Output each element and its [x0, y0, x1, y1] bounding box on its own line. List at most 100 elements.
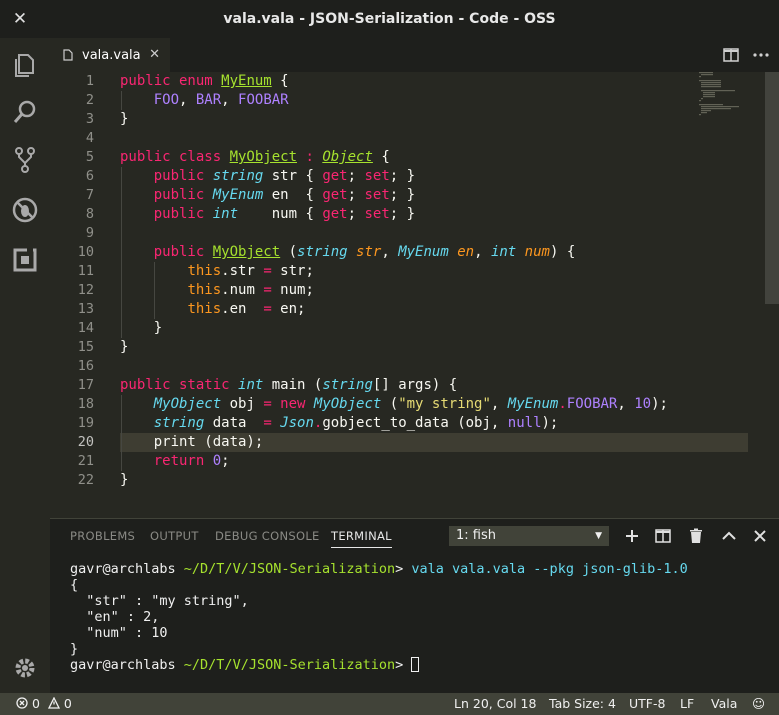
- code-line[interactable]: }: [120, 471, 128, 490]
- code-line[interactable]: }: [120, 338, 128, 357]
- terminal-cursor: [411, 657, 420, 672]
- code-token: FOOBAR: [566, 396, 618, 412]
- code-token: Object: [322, 149, 373, 165]
- line-number: 8: [85, 206, 94, 222]
- code-token: MyEnum: [507, 396, 559, 412]
- code-line[interactable]: FOO, BAR, FOOBAR: [120, 91, 289, 110]
- line-number: 16: [77, 358, 94, 374]
- editor-scrollbar[interactable]: [765, 72, 779, 304]
- tab-size[interactable]: Tab Size: 4: [549, 696, 616, 711]
- files-icon[interactable]: [10, 50, 40, 80]
- language-mode[interactable]: Vala: [711, 696, 737, 711]
- code-line[interactable]: return 0;: [120, 452, 230, 471]
- code-token: print (data);: [120, 434, 264, 450]
- file-icon: [63, 49, 73, 61]
- code-token: ,: [381, 244, 399, 260]
- code-token: .num: [221, 282, 264, 298]
- code-line[interactable]: public int num { get; set; }: [120, 205, 415, 224]
- terminal-output[interactable]: gavr@archlabs ~/D/T/V/JSON-Serialization…: [70, 561, 688, 673]
- line-number: 5: [85, 149, 94, 165]
- tab-output[interactable]: OUTPUT: [150, 529, 199, 543]
- code-token: =: [263, 301, 272, 317]
- code-token: num: [524, 244, 550, 260]
- warning-icon: [47, 696, 60, 709]
- code-token: public static: [120, 377, 239, 393]
- tab-terminal[interactable]: TERMINAL: [331, 529, 392, 548]
- code-token: gobject_to_data (obj,: [322, 415, 508, 431]
- code-token: MyEnum: [212, 187, 264, 203]
- code-line[interactable]: MyObject obj = new MyObject ("my string"…: [120, 395, 668, 414]
- code-editor[interactable]: 1 2 3 4 5 6 7 8 9 10 11 12 13 14 15 16 17 18 19 20 21 22 publ…: [50, 72, 779, 518]
- terminal-select[interactable]: 1: fish ▼: [449, 526, 609, 546]
- window-close-button[interactable]: ✕: [10, 9, 30, 29]
- end-of-line[interactable]: LF: [680, 696, 694, 711]
- code-line[interactable]: string data = Json.gobject_to_data (obj,…: [120, 414, 559, 433]
- code-line[interactable]: this.num = num;: [120, 281, 314, 300]
- code-token: public: [153, 168, 213, 184]
- encoding[interactable]: UTF-8: [629, 696, 665, 711]
- code-line[interactable]: public static int main (string[] args) {: [120, 376, 457, 395]
- settings-gear-icon[interactable]: [10, 653, 40, 683]
- tab-problems[interactable]: PROBLEMS: [70, 529, 135, 543]
- line-number: 12: [77, 282, 94, 298]
- code-token: string: [153, 415, 205, 431]
- code-line[interactable]: }: [120, 110, 128, 129]
- code-token: this: [187, 263, 222, 279]
- line-number: 22: [77, 472, 94, 488]
- debug-icon[interactable]: [10, 195, 40, 225]
- title-bar: ✕ vala.vala - JSON-Serialization - Code …: [0, 0, 779, 38]
- code-line[interactable]: public MyEnum en { get; set; }: [120, 186, 415, 205]
- bottom-panel: PROBLEMS OUTPUT DEBUG CONSOLE TERMINAL 1…: [50, 518, 779, 693]
- new-terminal-icon[interactable]: [623, 527, 641, 545]
- code-line[interactable]: public enum MyEnum {: [120, 72, 289, 91]
- line-number: 4: [85, 130, 94, 146]
- line-number: 7: [85, 187, 94, 203]
- extensions-icon[interactable]: [10, 245, 40, 275]
- line-number: 11: [77, 263, 94, 279]
- trash-icon[interactable]: [687, 527, 705, 545]
- code-line[interactable]: public class MyObject : Object {: [120, 148, 390, 167]
- code-token: obj: [221, 396, 264, 412]
- code-line[interactable]: this.en = en;: [120, 300, 305, 319]
- search-icon[interactable]: [10, 97, 40, 127]
- warning-count: 0: [63, 696, 72, 711]
- code-line[interactable]: this.str = str;: [120, 262, 313, 281]
- code-token: string: [297, 244, 348, 260]
- code-token: public class: [120, 149, 230, 165]
- split-editor-icon[interactable]: [722, 46, 740, 64]
- window-title: vala.vala - JSON-Serialization - Code - …: [223, 11, 556, 27]
- tab-vala-vala[interactable]: vala.vala ✕: [50, 38, 170, 72]
- code-line[interactable]: }: [120, 319, 162, 338]
- tab-debug-console[interactable]: DEBUG CONSOLE: [215, 529, 320, 543]
- code-line[interactable]: print (data);: [120, 433, 264, 452]
- editor-tab-bar: vala.vala ✕: [50, 38, 779, 72]
- source-control-icon[interactable]: [10, 145, 40, 175]
- code-token: {: [271, 73, 289, 89]
- close-panel-icon[interactable]: [751, 527, 769, 545]
- more-actions-icon[interactable]: [752, 46, 770, 64]
- tab-close-icon[interactable]: ✕: [149, 47, 160, 62]
- code-token: ;: [347, 206, 365, 222]
- minimap[interactable]: [695, 72, 755, 132]
- feedback-smiley-icon[interactable]: ☺: [752, 696, 765, 711]
- indent-guide: [120, 395, 122, 471]
- code-token: MyObject: [229, 149, 298, 165]
- code-token: BAR: [195, 92, 222, 108]
- indent-guide: [120, 91, 122, 110]
- split-terminal-icon[interactable]: [654, 527, 672, 545]
- terminal-token: "str" : "my string",: [70, 593, 249, 609]
- cursor-position[interactable]: Ln 20, Col 18: [454, 696, 536, 711]
- code-token: main (: [263, 377, 323, 393]
- code-token: int: [212, 206, 239, 222]
- chevron-up-icon[interactable]: [720, 527, 738, 545]
- errors-status[interactable]: 0 0: [16, 696, 72, 711]
- code-line[interactable]: public string str { get; set; }: [120, 167, 415, 186]
- code-token: num;: [271, 282, 314, 298]
- indent-guide: [153, 262, 155, 319]
- code-line[interactable]: public MyObject (string str, MyEnum en, …: [120, 243, 576, 262]
- line-number: 15: [77, 339, 94, 355]
